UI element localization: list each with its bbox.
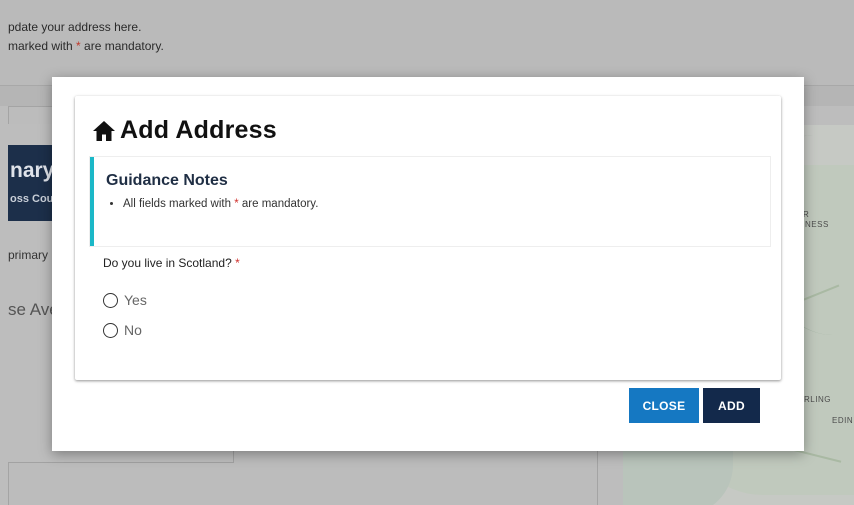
primary-label: primary	[8, 248, 49, 262]
page-intro: pdate your address here. marked with * a…	[8, 18, 164, 56]
map-label: RLING	[804, 395, 831, 404]
add-address-card: Add Address Guidance Notes All fields ma…	[75, 96, 781, 380]
primary-address-title: nary	[10, 159, 55, 182]
radio-button-yes[interactable]	[103, 292, 118, 308]
radio-label-yes[interactable]: Yes	[124, 292, 147, 308]
add-address-dialog: Add Address Guidance Notes All fields ma…	[52, 77, 804, 451]
guidance-note-item: All fields marked with * are mandatory.	[123, 196, 318, 212]
add-button[interactable]: ADD	[703, 388, 760, 423]
radio-button-no[interactable]	[103, 322, 118, 338]
required-star: *	[235, 256, 240, 270]
close-button[interactable]: CLOSE	[629, 388, 699, 423]
dialog-title-text: Add Address	[120, 116, 277, 144]
intro-line-2: marked with * are mandatory.	[8, 39, 164, 53]
scotland-question-label: Do you live in Scotland? *	[103, 256, 240, 270]
dialog-title: Add Address	[92, 116, 277, 145]
radio-label-no[interactable]: No	[124, 322, 142, 338]
guidance-notes-title: Guidance Notes	[106, 172, 228, 189]
radio-option-no[interactable]: No	[103, 322, 142, 338]
map-label: NESS	[805, 220, 829, 229]
radio-option-yes[interactable]: Yes	[103, 292, 147, 308]
guidance-notes-list: All fields marked with * are mandatory.	[106, 196, 318, 212]
intro-line-1: pdate your address here.	[8, 20, 142, 34]
home-icon	[92, 120, 116, 142]
map-label: EDIN	[832, 416, 854, 425]
guidance-notes: Guidance Notes All fields marked with * …	[90, 157, 770, 246]
primary-address-subtitle: oss Cou	[10, 193, 54, 205]
